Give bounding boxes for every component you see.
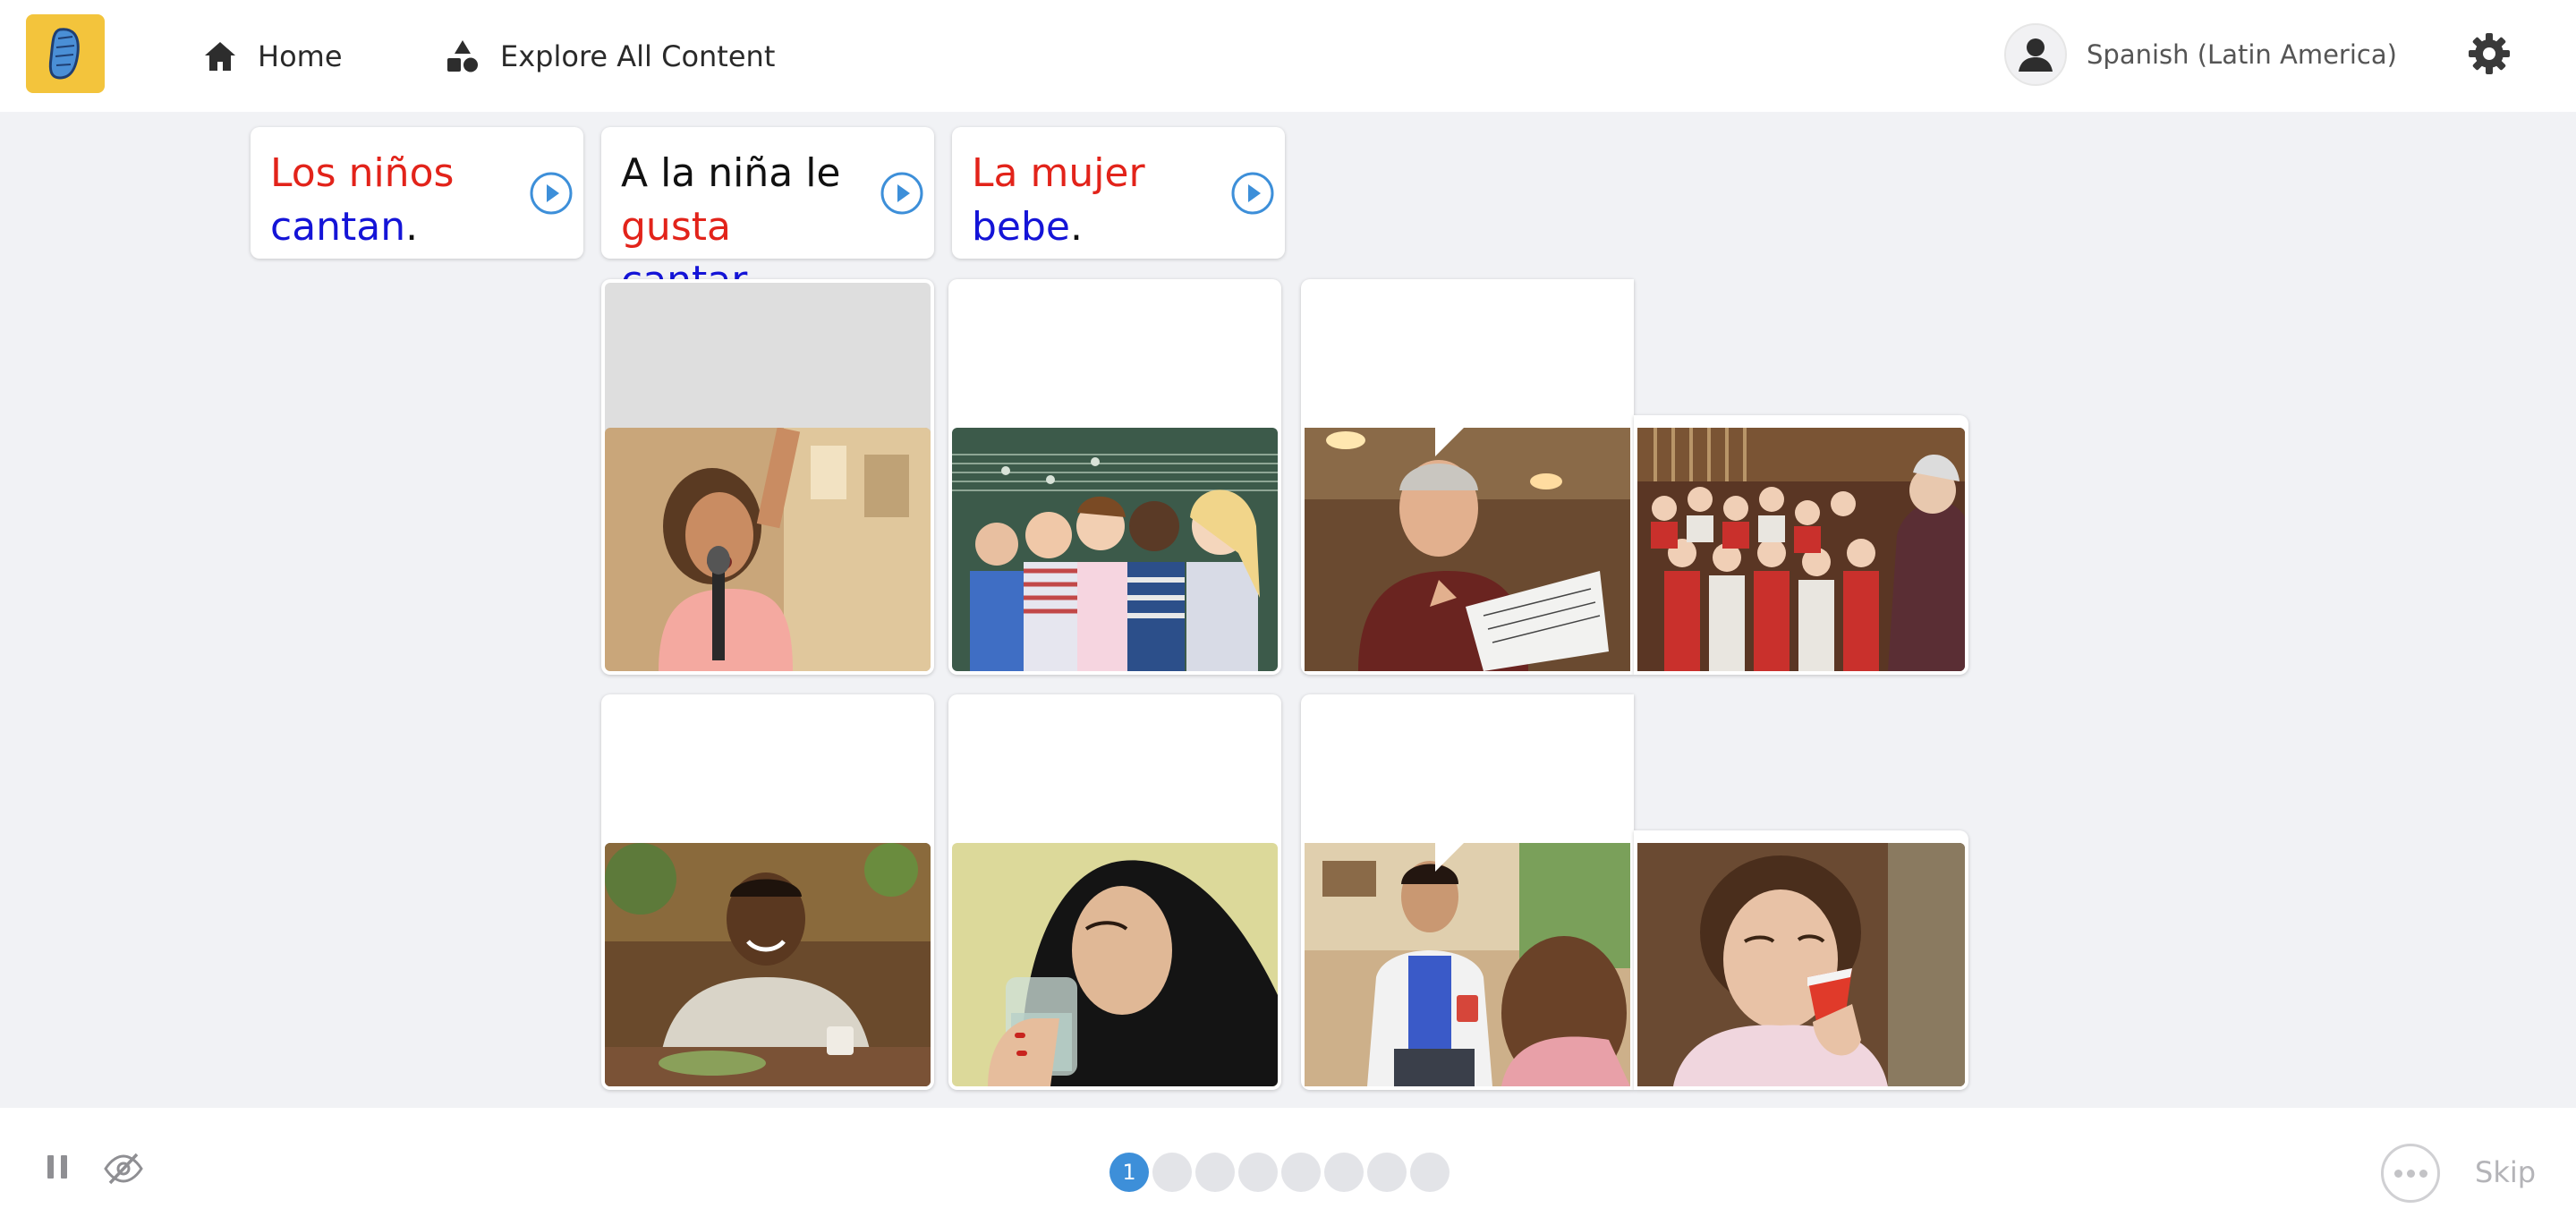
progress-step[interactable] <box>1152 1153 1192 1192</box>
progress-step[interactable] <box>1238 1153 1278 1192</box>
image-card-young-man[interactable] <box>601 694 934 1090</box>
speech-bubble-notch <box>1435 426 1466 456</box>
photo-children-singing <box>952 428 1278 671</box>
play-audio-icon[interactable] <box>1229 170 1276 217</box>
phrase-card-2[interactable]: A la niña le gusta cantar. <box>601 127 934 303</box>
user-avatar-icon <box>2004 23 2067 86</box>
nav-home-label: Home <box>258 39 343 73</box>
gear-icon <box>2469 33 2510 74</box>
home-icon <box>200 37 240 76</box>
pause-button[interactable] <box>41 1151 73 1183</box>
rosetta-stone-logo-icon <box>48 28 80 80</box>
photo-doctor-patient <box>1305 843 1630 1086</box>
photo-nurse-drinking <box>1637 843 1965 1086</box>
settings-button[interactable] <box>2462 27 2516 81</box>
phrase-word: gusta <box>621 204 731 250</box>
progress-step[interactable] <box>1281 1153 1321 1192</box>
nav-explore-label: Explore All Content <box>500 39 776 73</box>
progress-step-current[interactable]: 1 <box>1109 1153 1149 1192</box>
progress-step[interactable] <box>1367 1153 1407 1192</box>
photo-choir <box>1637 428 1965 671</box>
nav-explore-all-content[interactable]: Explore All Content <box>443 32 775 81</box>
app-logo[interactable] <box>26 14 105 93</box>
photo-woman-drinking-water <box>952 843 1278 1086</box>
hide-eye-icon <box>104 1153 143 1185</box>
language-label: Spanish (Latin America) <box>2087 39 2397 70</box>
speech-bubble-notch <box>1435 841 1466 872</box>
phrase-word: La mujer <box>972 150 1145 196</box>
phrase-card-3[interactable]: La mujer bebe. <box>952 127 1285 259</box>
photo-man-singing <box>1305 428 1630 671</box>
more-options-button[interactable] <box>2381 1144 2440 1203</box>
phrase-word: cantan <box>270 204 406 250</box>
image-card-drinking-pair[interactable] <box>1301 694 1968 1090</box>
pause-icon <box>47 1155 67 1179</box>
skip-button[interactable]: Skip <box>2475 1155 2536 1189</box>
phrase-punct: . <box>1070 204 1083 250</box>
hide-text-button[interactable] <box>101 1151 146 1187</box>
phrase-punct: . <box>405 204 419 250</box>
progress-step[interactable] <box>1410 1153 1450 1192</box>
progress-step[interactable] <box>1324 1153 1364 1192</box>
more-options-icon <box>2393 1169 2402 1178</box>
top-navigation-bar: Home Explore All Content Spanish (Latin … <box>0 0 2576 112</box>
image-card-girl-singing[interactable] <box>601 279 934 675</box>
image-card-woman-drinking[interactable] <box>948 694 1281 1090</box>
image-card-children-singing[interactable] <box>948 279 1281 675</box>
phrase-word: Los niños <box>270 150 455 196</box>
play-audio-icon[interactable] <box>528 170 574 217</box>
account-language-selector[interactable]: Spanish (Latin America) <box>2004 23 2397 86</box>
image-card-singing-pair[interactable] <box>1301 279 1968 675</box>
nav-home[interactable]: Home <box>200 32 343 81</box>
progress-step[interactable] <box>1195 1153 1235 1192</box>
more-options-icon <box>2419 1169 2427 1178</box>
photo-young-man-table <box>605 843 931 1086</box>
photo-girl-singing <box>605 428 931 671</box>
phrase-word: bebe <box>972 204 1070 250</box>
phrase-word: A la niña le <box>621 150 841 196</box>
progress-dots: 1 <box>1109 1153 1450 1192</box>
phrase-card-1[interactable]: Los niños cantan. <box>251 127 583 259</box>
shapes-icon <box>443 37 482 76</box>
more-options-icon <box>2406 1169 2415 1178</box>
play-audio-icon[interactable] <box>879 170 925 217</box>
